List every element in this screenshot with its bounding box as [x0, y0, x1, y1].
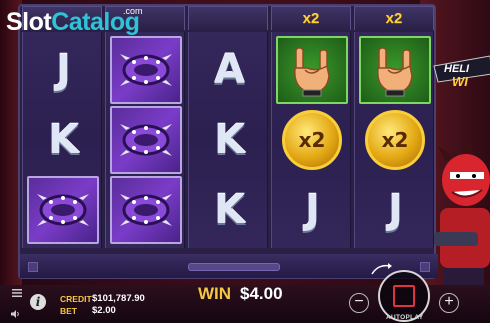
- win-label: WIN: [198, 284, 232, 303]
- minus-icon: −: [354, 293, 364, 310]
- symbol-label: K: [214, 187, 245, 233]
- symbol-label: J: [388, 187, 403, 233]
- footer-bar: [188, 263, 280, 271]
- reel-5-header: x2: [354, 6, 434, 30]
- symbol-letter-j: J: [27, 36, 99, 104]
- menu-icon[interactable]: [12, 289, 22, 297]
- footer-ornament: [28, 262, 38, 272]
- symbol-label: K: [48, 117, 79, 163]
- reel-4-multiplier: x2: [302, 10, 320, 27]
- reel-3-header: [188, 6, 268, 30]
- symbol-spiked-bracelet: [27, 176, 99, 244]
- watermark-main: Slot: [6, 8, 52, 36]
- reel-2: [105, 32, 185, 248]
- coin-icon: x2: [282, 110, 342, 170]
- win-value: $4.00: [240, 284, 283, 303]
- plus-icon: +: [444, 293, 454, 310]
- watermark-logo: SlotCatalog: [6, 8, 140, 37]
- bracelet-icon: [37, 194, 89, 226]
- symbol-rock-hand: [276, 36, 348, 104]
- info-icon: i: [35, 295, 41, 309]
- symbol-spiked-bracelet: [110, 176, 182, 244]
- bracelet-icon: [120, 194, 172, 226]
- symbol-letter-j: J: [276, 176, 348, 244]
- reel-3: A K K: [188, 32, 268, 248]
- game-logo-bottom: WI: [452, 74, 468, 89]
- symbol-label: J: [56, 47, 71, 93]
- increase-bet-button[interactable]: +: [439, 293, 459, 313]
- stop-icon: [393, 285, 415, 307]
- symbol-label: J: [305, 187, 320, 233]
- symbol-spiked-bracelet: [110, 106, 182, 174]
- coin-icon: x2: [365, 110, 425, 170]
- reel-4-header: x2: [271, 6, 351, 30]
- symbol-letter-k: K: [193, 106, 265, 174]
- autoplay-button[interactable]: AUTOPLAY: [386, 314, 423, 321]
- symbol-letter-a: A: [193, 36, 265, 104]
- symbol-multiplier-coin: x2: [359, 106, 431, 174]
- rock-hand-icon: [377, 47, 413, 97]
- bet-value: $2.00: [92, 305, 116, 316]
- reel-4: x2 J: [271, 32, 351, 248]
- bracelet-icon: [120, 124, 172, 156]
- footer-ornament: [420, 262, 430, 272]
- credit-label: CREDIT: [60, 294, 92, 304]
- symbol-letter-k: K: [193, 176, 265, 244]
- devil-mascot: [434, 140, 490, 288]
- reel-5: x2 J: [354, 32, 434, 248]
- symbol-label: K: [214, 117, 245, 163]
- coin-label: x2: [298, 128, 326, 152]
- symbol-rock-hand: [359, 36, 431, 104]
- symbol-letter-k: K: [27, 106, 99, 174]
- rock-hand-icon: [294, 47, 330, 97]
- game-logo: HELI WI: [433, 55, 490, 89]
- reels-frame: x2 x2 J K A K K x2 J x2 J: [18, 4, 438, 279]
- reel-5-multiplier: x2: [385, 10, 403, 27]
- coin-label: x2: [381, 128, 409, 152]
- reel-1: J K: [22, 32, 102, 248]
- bet-label: BET: [60, 306, 77, 316]
- decrease-bet-button[interactable]: −: [349, 293, 369, 313]
- info-button[interactable]: i: [30, 294, 46, 310]
- sound-icon[interactable]: [11, 310, 21, 318]
- symbol-multiplier-coin: x2: [276, 106, 348, 174]
- symbol-label: A: [214, 47, 245, 93]
- watermark-tld: .com: [123, 6, 143, 16]
- bracelet-icon: [120, 54, 172, 86]
- credit-value: $101,787.90: [92, 293, 145, 304]
- symbol-spiked-bracelet: [110, 36, 182, 104]
- symbol-letter-j: J: [359, 176, 431, 244]
